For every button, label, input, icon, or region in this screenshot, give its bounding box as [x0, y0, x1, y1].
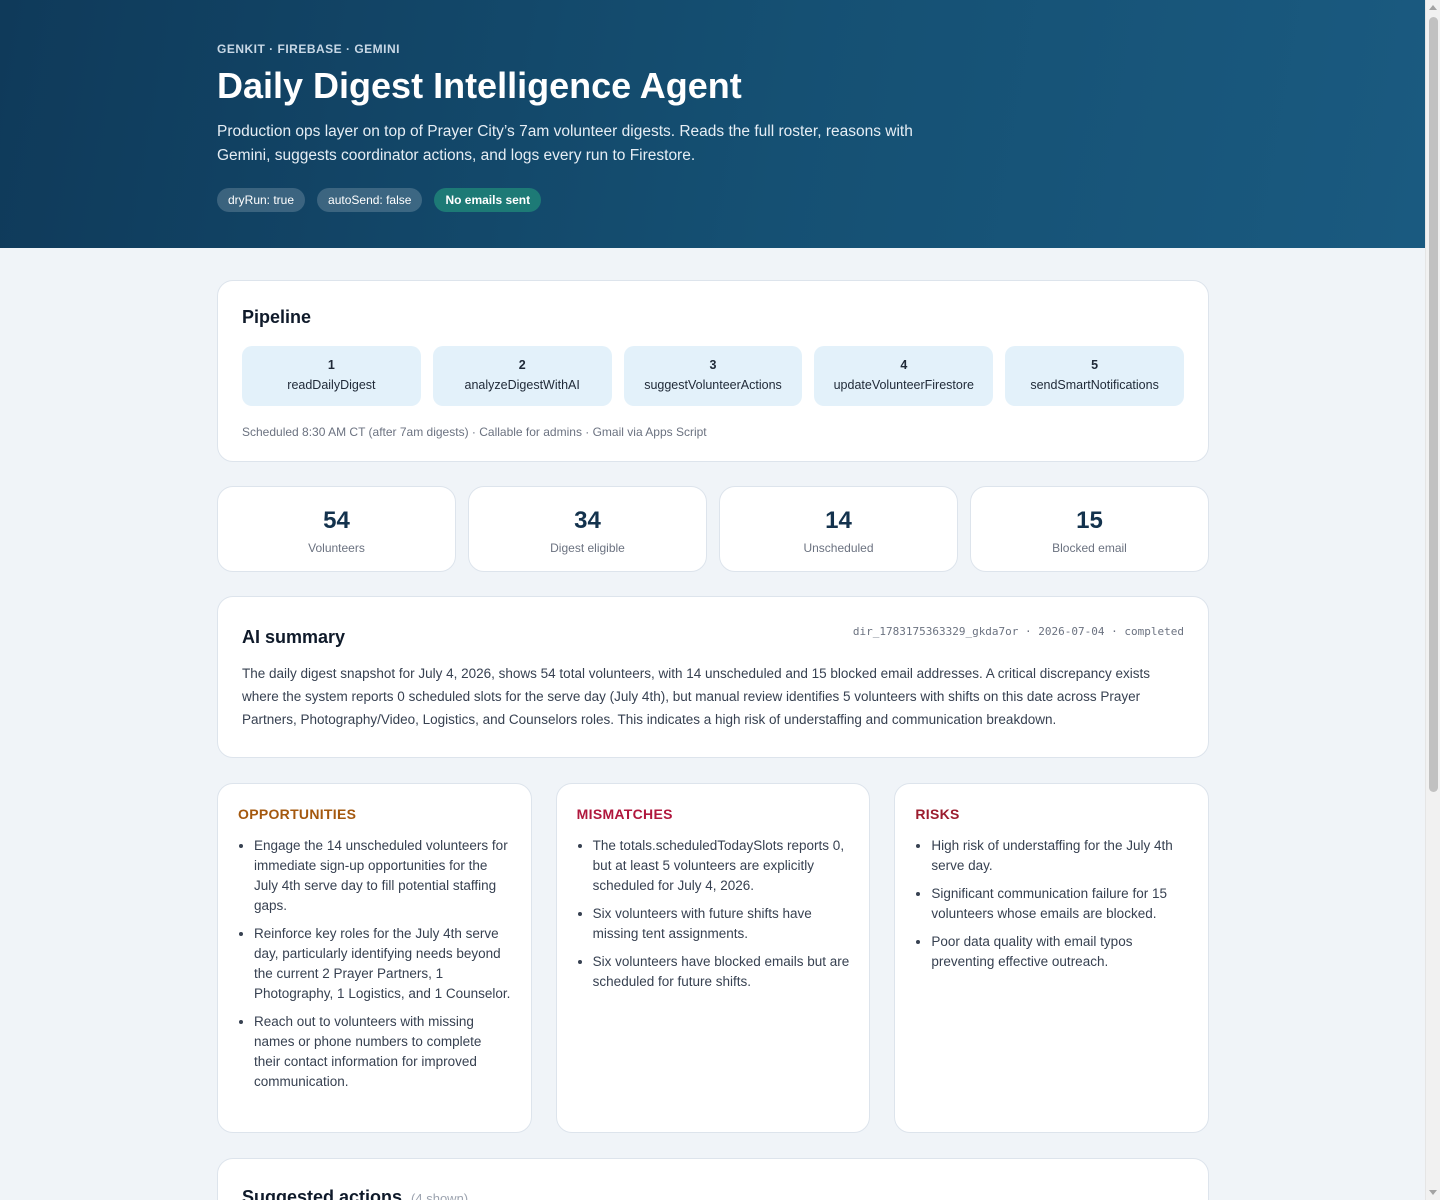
step-name: suggestVolunteerActions: [644, 378, 782, 392]
step-number: 1: [327, 358, 335, 372]
pipeline-steps: 1 readDailyDigest 2 analyzeDigestWithAI …: [242, 346, 1184, 406]
main-content: Pipeline 1 readDailyDigest 2 analyzeDige…: [217, 280, 1210, 1200]
stat-volunteers: 54 Volunteers: [217, 486, 456, 572]
stat-label: Volunteers: [308, 541, 365, 555]
list-item: Six volunteers with future shifts have m…: [593, 904, 850, 944]
opportunities-title: OPPORTUNITIES: [238, 806, 357, 822]
list-item: Poor data quality with email typos preve…: [931, 932, 1188, 972]
step-number: 5: [1091, 358, 1099, 372]
mismatches-card: MISMATCHES The totals.scheduledTodaySlot…: [555, 783, 871, 1133]
scroll-up-arrow-icon[interactable]: [1429, 5, 1437, 10]
mismatches-list: The totals.scheduledTodaySlots reports 0…: [577, 836, 850, 992]
pipeline-note: Scheduled 8:30 AM CT (after 7am digests)…: [242, 425, 707, 439]
scroll-down-arrow-icon[interactable]: [1429, 1190, 1437, 1195]
list-item: Engage the 14 unscheduled volunteers for…: [254, 836, 511, 916]
summary-header: AI summary dir_1783175363329_gkda7or · 2…: [242, 625, 1184, 648]
pipeline-card: Pipeline 1 readDailyDigest 2 analyzeDige…: [217, 280, 1209, 462]
stat-unscheduled: 14 Unscheduled: [719, 486, 958, 572]
hero-eyebrow: GENKIT · FIREBASE · GEMINI: [217, 42, 401, 56]
step-number: 3: [709, 358, 717, 372]
scroll-thumb[interactable]: [1429, 17, 1438, 792]
pipeline-step: 2 analyzeDigestWithAI: [432, 346, 612, 406]
actions-title: Suggested actions: [242, 1187, 403, 1200]
stat-blocked-email: 15 Blocked email: [970, 486, 1209, 572]
page-subtitle: Production ops layer on top of Prayer Ci…: [217, 122, 913, 164]
actions-heading: Suggested actions (4 shown): [242, 1187, 1184, 1200]
list-item: Significant communication failure for 15…: [931, 884, 1188, 924]
stat-label: Digest eligible: [550, 541, 625, 555]
list-item: High risk of understaffing for the July …: [931, 836, 1188, 876]
list-item: The totals.scheduledTodaySlots reports 0…: [593, 836, 850, 896]
no-emails-badge: No emails sent: [434, 187, 542, 212]
stat-label: Blocked email: [1052, 541, 1127, 555]
step-number: 2: [518, 358, 526, 372]
step-name: sendSmartNotifications: [1030, 378, 1159, 392]
pipeline-step: 4 updateVolunteerFirestore: [814, 346, 994, 406]
hero-header: GENKIT · FIREBASE · GEMINI Daily Digest …: [0, 0, 1425, 248]
pipeline-step: 5 sendSmartNotifications: [1005, 346, 1184, 406]
step-name: updateVolunteerFirestore: [833, 378, 974, 392]
auto-send-badge: autoSend: false: [317, 187, 423, 212]
stat-label: Unscheduled: [803, 541, 874, 555]
status-pills: dryRun: true autoSend: false No emails s…: [217, 187, 1425, 212]
list-item: Reach out to volunteers with missing nam…: [254, 1012, 511, 1092]
stat-value: 54: [323, 507, 350, 534]
step-number: 4: [900, 358, 908, 372]
step-name: readDailyDigest: [287, 378, 376, 392]
summary-title: AI summary: [242, 627, 346, 647]
pipeline-title: Pipeline: [242, 307, 312, 327]
actions-count: (4 shown): [411, 1191, 469, 1200]
ai-summary-card: AI summary dir_1783175363329_gkda7or · 2…: [217, 596, 1209, 758]
stats-row: 54 Volunteers 34 Digest eligible 14 Unsc…: [217, 486, 1209, 572]
page: GENKIT · FIREBASE · GEMINI Daily Digest …: [0, 0, 1425, 1200]
mismatches-title: MISMATCHES: [576, 806, 673, 822]
opportunities-list: Engage the 14 unscheduled volunteers for…: [238, 836, 511, 1092]
page-title: Daily Digest Intelligence Agent: [217, 65, 742, 106]
list-item: Reinforce key roles for the July 4th ser…: [254, 924, 511, 1004]
stat-value: 14: [825, 507, 852, 534]
step-name: analyzeDigestWithAI: [464, 378, 580, 392]
stat-value: 34: [574, 507, 601, 534]
stat-value: 15: [1076, 507, 1103, 534]
vertical-scrollbar[interactable]: [1425, 0, 1440, 1200]
insight-columns: OPPORTUNITIES Engage the 14 unscheduled …: [217, 783, 1210, 1133]
stat-digest-eligible: 34 Digest eligible: [468, 486, 707, 572]
pipeline-step: 1 readDailyDigest: [242, 346, 421, 406]
risks-card: RISKS High risk of understaffing for the…: [894, 783, 1210, 1133]
run-meta: dir_1783175363329_gkda7or · 2026-07-04 ·…: [852, 625, 1184, 638]
summary-text: The daily digest snapshot for July 4, 20…: [242, 666, 1151, 727]
opportunities-card: OPPORTUNITIES Engage the 14 unscheduled …: [217, 783, 532, 1133]
risks-list: High risk of understaffing for the July …: [915, 836, 1188, 972]
dry-run-badge: dryRun: true: [217, 187, 306, 212]
risks-title: RISKS: [915, 806, 960, 822]
list-item: Six volunteers have blocked emails but a…: [593, 952, 850, 992]
suggested-actions-card: Suggested actions (4 shown): [217, 1158, 1209, 1200]
pipeline-step: 3 suggestVolunteerActions: [623, 346, 803, 406]
